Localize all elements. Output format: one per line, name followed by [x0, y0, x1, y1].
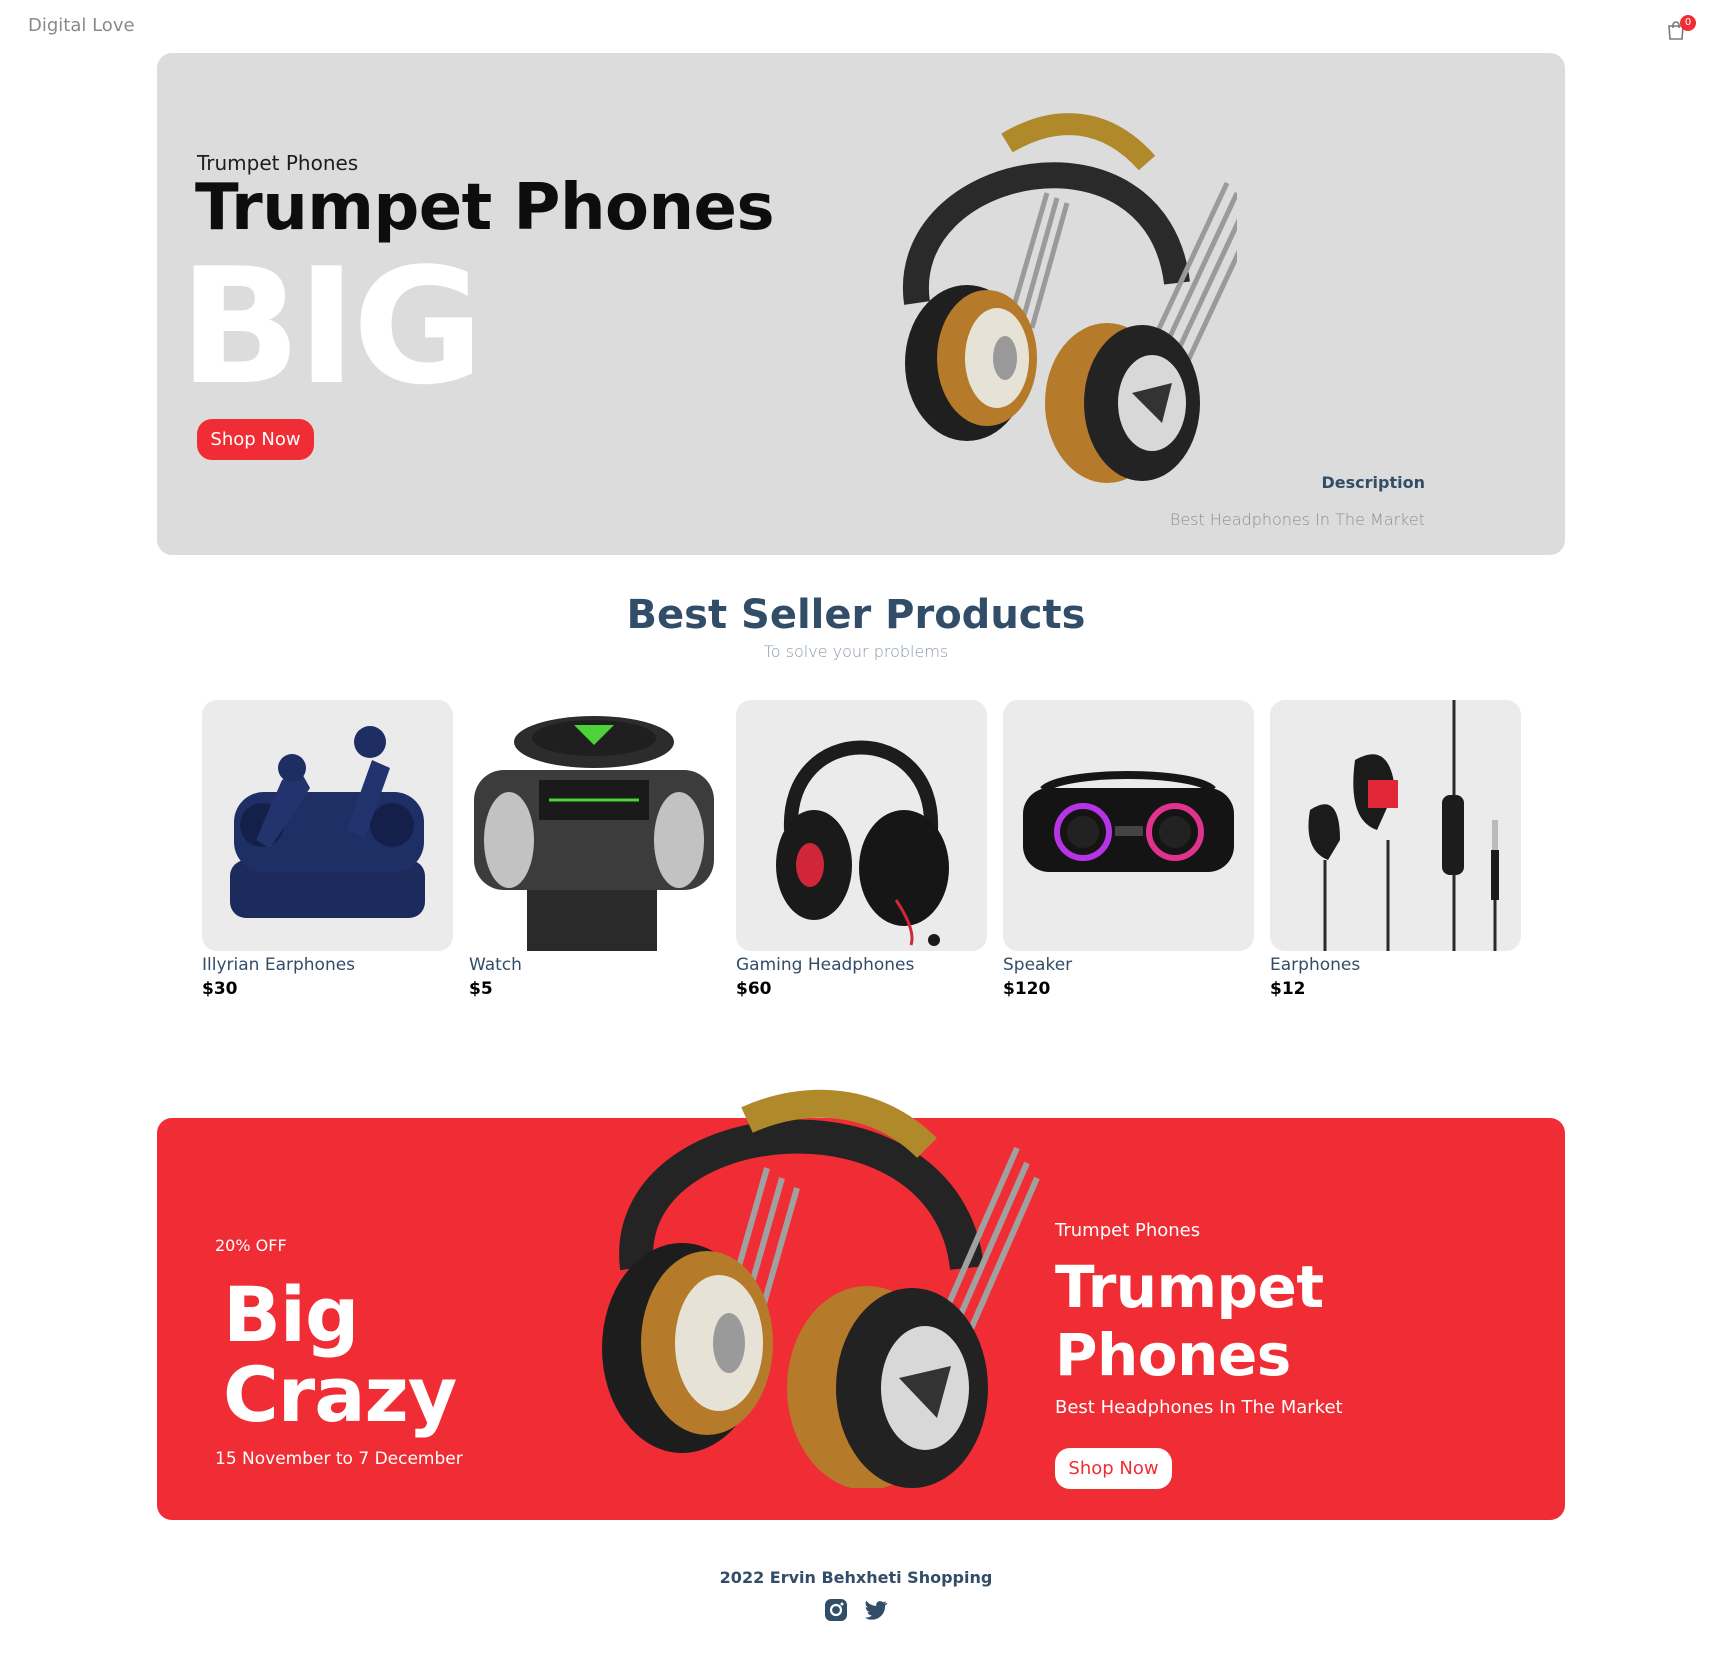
hero-shop-now-button[interactable]: Shop Now: [197, 419, 314, 460]
product-price: $30: [202, 979, 238, 999]
instagram-icon[interactable]: [823, 1597, 849, 1623]
earbuds-image: [230, 726, 425, 918]
speaker-image: [1023, 771, 1234, 872]
footer-banner-right: Trumpet Phones Trumpet Phones Best Headp…: [1055, 1220, 1565, 1489]
product-price: $5: [469, 979, 493, 999]
footer-banner-shop-now-button[interactable]: Shop Now: [1055, 1448, 1172, 1489]
product-price: $60: [736, 979, 772, 999]
logo-link[interactable]: Digital Love: [28, 15, 135, 36]
footer-copyright: 2022 Ervin Behxheti Shopping: [719, 1568, 993, 1587]
product-image-frame: [736, 700, 987, 951]
earphones-image: [1308, 700, 1499, 951]
hero-description-text: Best Headphones In The Market: [1169, 510, 1425, 529]
product-image-frame: [1003, 700, 1254, 951]
footer-banner-large-1: Big: [223, 1270, 359, 1359]
hero-description-title: Description: [1321, 473, 1425, 492]
product-price: $12: [1270, 979, 1306, 999]
footer-banner-discount: 20% OFF: [215, 1236, 287, 1255]
product-name: Gaming Headphones: [736, 955, 915, 975]
footer-banner-description: Best Headphones In The Market: [1055, 1397, 1343, 1418]
footer-banner-sale-time: 15 November to 7 December: [215, 1449, 463, 1469]
social-icons: [0, 1597, 1712, 1623]
product-price: $120: [1003, 979, 1051, 999]
footer-banner: 20% OFF Big Crazy 15 November to 7 Decem…: [157, 1089, 1565, 1520]
product-card[interactable]: Speaker $120: [1003, 700, 1254, 999]
cart-button[interactable]: 0: [1662, 14, 1696, 44]
product-image-frame: [1270, 700, 1521, 951]
product-card[interactable]: Gaming Headphones $60: [736, 700, 987, 999]
hero-description: Description Best Headphones In The Marke…: [1170, 473, 1425, 529]
product-card[interactable]: Illyrian Earphones $30: [202, 700, 453, 999]
product-card[interactable]: Watch $5: [469, 700, 720, 999]
products-container: Illyrian Earphones $30 Watch $5 Gaming H…: [202, 700, 1522, 1000]
products-title: Best Seller Products: [626, 592, 1086, 638]
footer: 2022 Ervin Behxheti Shopping: [0, 1568, 1712, 1623]
product-image-frame: [202, 700, 453, 951]
products-subtitle: To solve your problems: [763, 642, 949, 661]
hero-large-text: BIG: [179, 233, 484, 420]
product-name: Watch: [469, 955, 522, 975]
twitter-icon[interactable]: [863, 1597, 889, 1623]
cart-count-badge: 0: [1680, 15, 1696, 31]
products-heading: Best Seller Products To solve your probl…: [0, 592, 1712, 661]
product-card[interactable]: Earphones $12: [1270, 700, 1521, 999]
footer-banner-mid-text: Trumpet Phones: [1055, 1253, 1324, 1389]
product-image-frame: [469, 700, 720, 951]
watch-image: [474, 716, 714, 951]
product-name: Earphones: [1270, 955, 1361, 975]
gaming-headphones-image: [776, 740, 949, 946]
trumpet-headphones-image: [602, 1089, 1040, 1488]
footer-banner-small-text: Trumpet Phones: [1055, 1220, 1201, 1241]
hero-banner: Trumpet Phones Trumpet Phones BIG Shop N…: [157, 53, 1565, 555]
product-name: Speaker: [1003, 955, 1073, 975]
navbar: Digital Love 0: [0, 0, 1712, 52]
product-name: Illyrian Earphones: [202, 955, 356, 975]
footer-banner-large-2: Crazy: [223, 1350, 457, 1439]
trumpet-headphones-image: [902, 113, 1237, 483]
